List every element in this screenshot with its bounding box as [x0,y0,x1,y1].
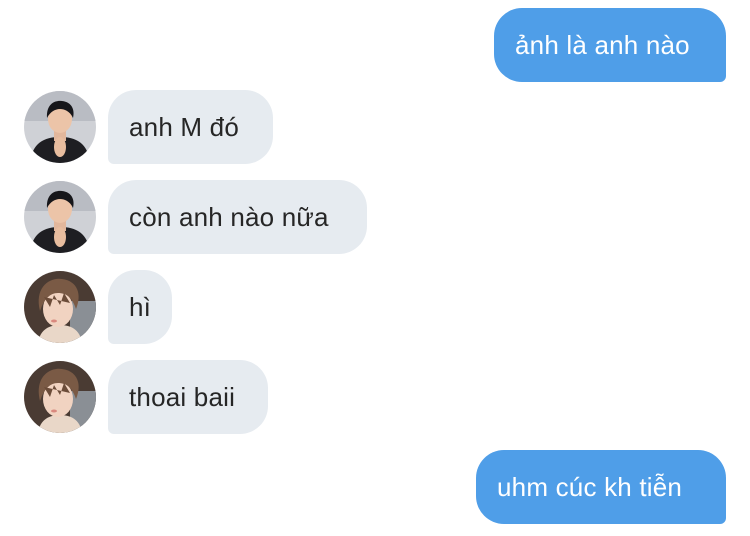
message-text: còn anh nào nữa [129,202,329,232]
sender-avatar[interactable] [24,181,96,253]
message-text: thoai baii [129,382,236,412]
chat-thread: { "messages": [ { "direction": "out", "t… [0,0,750,536]
message-text: anh M đó [129,112,240,142]
sender-avatar[interactable] [24,271,96,343]
avatar-brown-hair-man-icon [24,361,96,433]
sender-avatar[interactable] [24,361,96,433]
sender-avatar[interactable] [24,91,96,163]
message-text: hì [129,292,152,322]
outgoing-message-bubble[interactable]: uhm cúc kh tiễn [476,450,726,524]
avatar-dark-hair-man-icon [24,181,96,253]
incoming-message-bubble[interactable]: còn anh nào nữa [108,180,367,254]
outgoing-message-bubble[interactable]: ảnh là anh nào [494,8,726,82]
avatar-dark-hair-man-icon [24,91,96,163]
avatar-brown-hair-man-icon [24,271,96,343]
incoming-message-bubble[interactable]: anh M đó [108,90,273,164]
incoming-message-bubble[interactable]: thoai baii [108,360,268,434]
message-text: uhm cúc kh tiễn [497,472,683,502]
incoming-message-bubble[interactable]: hì [108,270,172,344]
message-text: ảnh là anh nào [515,30,690,60]
